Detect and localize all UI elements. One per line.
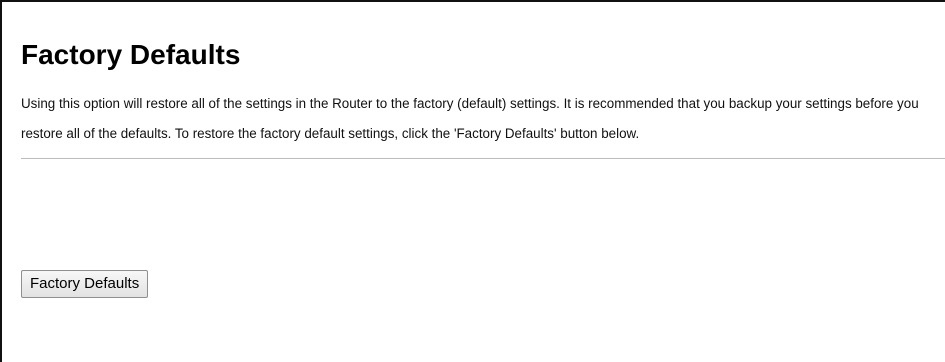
section-divider	[21, 158, 945, 159]
factory-defaults-button[interactable]: Factory Defaults	[21, 270, 149, 298]
content-frame: Factory Defaults Using this option will …	[0, 0, 945, 362]
page-title: Factory Defaults	[21, 39, 241, 70]
page-description: Using this option will restore all of th…	[21, 96, 919, 141]
